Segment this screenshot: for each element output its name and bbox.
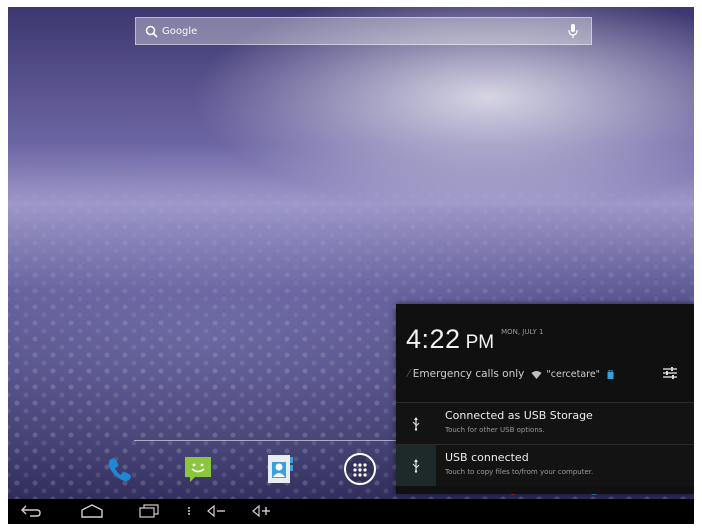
all-apps-icon[interactable] xyxy=(342,451,378,487)
contacts-icon[interactable] xyxy=(262,451,298,487)
recents-icon[interactable] xyxy=(138,503,160,519)
notification-subtitle: Touch to copy files to/from your compute… xyxy=(445,468,594,476)
wifi-ssid: "cercetare" xyxy=(546,368,601,380)
search-bar[interactable]: Google xyxy=(135,17,592,45)
mic-icon[interactable] xyxy=(567,23,579,39)
search-placeholder: Google xyxy=(162,25,198,37)
navigation-bar xyxy=(8,499,694,524)
messaging-icon[interactable] xyxy=(180,451,216,487)
search-icon xyxy=(143,23,159,39)
settings-icon[interactable] xyxy=(662,365,678,381)
lock-icon xyxy=(607,369,614,379)
usb-icon xyxy=(396,403,436,444)
menu-icon[interactable] xyxy=(186,503,192,519)
phone-icon[interactable] xyxy=(102,451,138,487)
wifi-icon xyxy=(531,370,542,379)
clock-ampm: PM xyxy=(465,332,495,353)
notification-subtitle: Touch for other USB options. xyxy=(445,426,545,434)
notification-title: USB connected xyxy=(445,451,529,464)
notification-usb-connected[interactable]: USB connected Touch to copy files to/fro… xyxy=(396,444,694,486)
notification-title: Connected as USB Storage xyxy=(445,409,593,422)
clock-date: MON, JULY 1 xyxy=(501,328,544,336)
volume-down-icon[interactable] xyxy=(206,503,228,519)
notification-usb-storage[interactable]: Connected as USB Storage Touch for other… xyxy=(396,402,694,444)
no-signal-icon: ⁄ xyxy=(408,368,410,380)
status-row: ⁄ Emergency calls only "cercetare" xyxy=(408,367,688,381)
notification-panel: 4:22 PM MON, JULY 1 ⁄ Emergency calls on… xyxy=(396,304,694,494)
dock-divider xyxy=(134,440,414,441)
volume-up-icon[interactable] xyxy=(251,503,273,519)
back-icon[interactable] xyxy=(20,503,42,519)
usb-icon xyxy=(396,445,436,486)
home-icon[interactable] xyxy=(80,503,104,519)
tablet-screen: Google 4:22 PM MON, JULY 1 ⁄ Emergency c… xyxy=(8,7,694,524)
clock: 4:22 PM MON, JULY 1 xyxy=(406,324,543,355)
clock-time: 4:22 xyxy=(406,324,461,354)
carrier-status: Emergency calls only xyxy=(412,368,525,380)
